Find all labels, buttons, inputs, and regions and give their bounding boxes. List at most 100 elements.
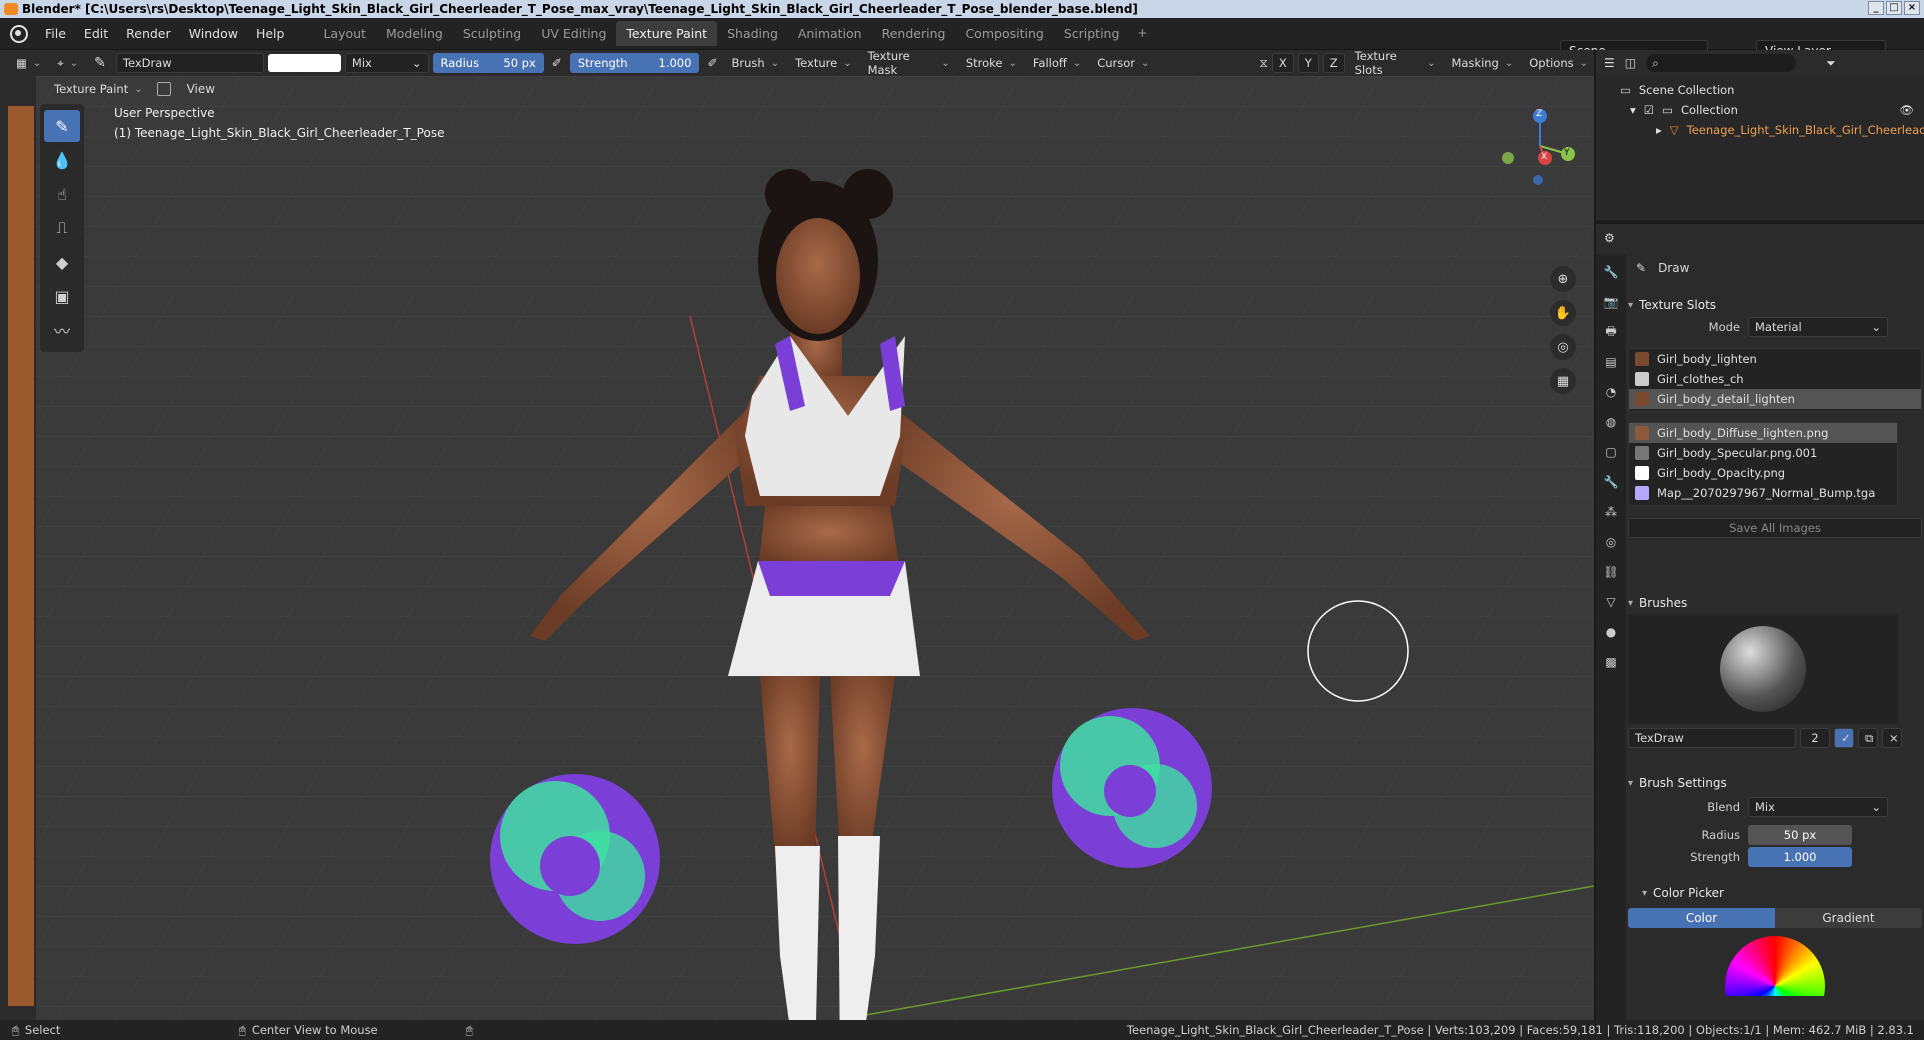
outliner-search-input[interactable]: ⌕ — [1646, 54, 1797, 72]
pressure-strength-icon[interactable]: ✐ — [703, 56, 721, 70]
scene-collection-row[interactable]: ▭ Scene Collection — [1596, 80, 1924, 100]
mask-tool-icon[interactable]: ▣ — [44, 280, 80, 312]
data-tab-icon[interactable]: ▽ — [1601, 592, 1621, 612]
editor-type-button[interactable]: ▦ — [10, 53, 47, 73]
color-tab[interactable]: Color — [1628, 908, 1775, 928]
radius-field[interactable]: 50 px — [1748, 825, 1852, 845]
filter-icon[interactable]: ⏷ — [1826, 56, 1836, 71]
texture-tab-icon[interactable]: ▩ — [1601, 652, 1621, 672]
list-item[interactable]: Map__2070297967_Normal_Bump.tga — [1629, 483, 1897, 503]
tab-modeling[interactable]: Modeling — [376, 21, 453, 46]
tab-shading[interactable]: Shading — [717, 21, 788, 46]
menu-options[interactable]: Options — [1523, 53, 1594, 73]
tab-uv-editing[interactable]: UV Editing — [531, 21, 616, 46]
menu-view[interactable]: View — [179, 82, 223, 96]
menu-stroke[interactable]: Stroke — [960, 53, 1023, 73]
blend-mode-dropdown[interactable]: Mix ⌄ — [344, 53, 429, 73]
axis-x-toggle[interactable]: X — [1271, 53, 1294, 73]
particles-tab-icon[interactable]: ⁂ — [1601, 502, 1621, 522]
annotate-tool-icon[interactable]: 〰 — [44, 314, 80, 346]
list-item[interactable]: Girl_body_detail_lighten — [1629, 389, 1921, 409]
menu-masking[interactable]: Masking — [1445, 53, 1519, 73]
list-item[interactable]: Girl_clothes_ch — [1629, 369, 1921, 389]
fake-user-shield-icon[interactable]: ✓ — [1834, 728, 1854, 748]
constraints-tab-icon[interactable]: ⛓ — [1601, 562, 1621, 582]
properties-editor-icon[interactable]: ⚙ — [1604, 231, 1615, 245]
navigation-gizmo[interactable]: Z Y X — [1500, 106, 1580, 186]
minimize-button[interactable]: _ — [1868, 1, 1884, 15]
smear-tool-icon[interactable]: ☝ — [44, 178, 80, 210]
3d-viewport[interactable]: User Perspective (1) Teenage_Light_Skin_… — [0, 76, 1594, 1020]
menu-file[interactable]: File — [36, 26, 75, 41]
checkbox-icon[interactable]: ☑ — [1644, 103, 1654, 117]
collapse-arrow-icon[interactable]: ▾ — [1630, 103, 1636, 117]
list-item[interactable]: Girl_body_Specular.png.001 — [1629, 443, 1897, 463]
scene-tab-icon[interactable]: ◔ — [1601, 382, 1621, 402]
duplicate-brush-icon[interactable]: ⧉ — [1858, 728, 1878, 748]
menu-falloff[interactable]: Falloff — [1027, 53, 1087, 73]
menu-window[interactable]: Window — [180, 26, 247, 41]
output-tab-icon[interactable]: 🖶 — [1601, 322, 1621, 342]
ortho-grid-icon[interactable]: ▦ — [1550, 368, 1576, 394]
menu-brush[interactable]: Brush — [726, 53, 786, 73]
blender-menu-icon[interactable] — [10, 24, 28, 43]
clone-tool-icon[interactable]: ⎍ — [44, 212, 80, 244]
outliner-editor-icon[interactable]: ☰ — [1604, 56, 1615, 70]
menu-texture[interactable]: Texture — [789, 53, 858, 73]
menu-texture-slots[interactable]: Texture Slots — [1349, 49, 1442, 77]
render-tab-icon[interactable]: 📷 — [1601, 292, 1621, 312]
strength-field[interactable]: 1.000 — [1748, 847, 1852, 867]
menu-cursor[interactable]: Cursor — [1091, 53, 1155, 73]
unlink-brush-icon[interactable]: × — [1882, 728, 1902, 748]
brush-preview[interactable] — [1628, 614, 1898, 724]
brush-name-field[interactable]: TexDraw — [115, 53, 264, 73]
maximize-button[interactable]: □ — [1886, 1, 1902, 15]
physics-tab-icon[interactable]: ◎ — [1601, 532, 1621, 552]
material-tab-icon[interactable]: ● — [1601, 622, 1621, 642]
soften-tool-icon[interactable]: 💧 — [44, 144, 80, 176]
object-tab-icon[interactable]: ▢ — [1601, 442, 1621, 462]
add-workspace-button[interactable]: + — [1129, 21, 1155, 46]
fill-tool-icon[interactable]: ◆ — [44, 246, 80, 278]
tab-scripting[interactable]: Scripting — [1054, 21, 1130, 46]
view-layer-tab-icon[interactable]: ▤ — [1601, 352, 1621, 372]
strength-slider[interactable]: Strength 1.000 — [569, 53, 700, 73]
object-row[interactable]: ▸ ▽ Teenage_Light_Skin_Black_Girl_Cheerl… — [1596, 120, 1924, 140]
tool-settings-button[interactable]: ⌖ — [51, 53, 84, 73]
tool-tab-icon[interactable]: 🔧 — [1601, 262, 1621, 282]
pressure-radius-icon[interactable]: ✐ — [548, 56, 566, 70]
brush-settings-header[interactable]: Brush Settings — [1628, 772, 1922, 794]
zoom-icon[interactable]: ⊕ — [1550, 266, 1576, 292]
save-all-images-button[interactable]: Save All Images — [1628, 518, 1922, 538]
collection-row[interactable]: ▾ ☑ ▭ Collection 👁 — [1596, 100, 1924, 120]
visibility-eye-icon[interactable]: 👁 — [1899, 103, 1914, 117]
tab-animation[interactable]: Animation — [788, 21, 872, 46]
brush-users-count[interactable]: 2 — [1800, 728, 1830, 748]
tab-layout[interactable]: Layout — [313, 21, 376, 46]
mode-dropdown[interactable]: Material ⌄ — [1748, 317, 1888, 337]
modifier-tab-icon[interactable]: 🔧 — [1601, 472, 1621, 492]
world-tab-icon[interactable]: ◍ — [1601, 412, 1621, 432]
tab-sculpting[interactable]: Sculpting — [453, 21, 531, 46]
tab-compositing[interactable]: Compositing — [955, 21, 1053, 46]
texture-slots-header[interactable]: Texture Slots — [1628, 294, 1922, 316]
menu-help[interactable]: Help — [247, 26, 294, 41]
axis-y-toggle[interactable]: Y — [1297, 53, 1319, 73]
mask-toggle-icon[interactable] — [156, 82, 171, 96]
brushes-header[interactable]: Brushes — [1628, 592, 1922, 614]
expand-arrow-icon[interactable]: ▸ — [1656, 123, 1662, 137]
list-item[interactable]: Girl_body_lighten — [1629, 349, 1921, 369]
gradient-tab[interactable]: Gradient — [1775, 908, 1922, 928]
brush-datablock-name[interactable]: TexDraw — [1628, 728, 1796, 748]
display-mode-icon[interactable]: ◫ — [1625, 56, 1636, 70]
menu-texture-mask[interactable]: Texture Mask — [862, 49, 956, 77]
color-picker-header[interactable]: Color Picker — [1628, 882, 1922, 904]
axis-z-toggle[interactable]: Z — [1322, 53, 1345, 73]
mode-selector[interactable]: Texture Paint — [48, 79, 149, 99]
menu-edit[interactable]: Edit — [75, 26, 117, 41]
close-button[interactable]: × — [1904, 1, 1920, 15]
color-wheel[interactable] — [1725, 936, 1825, 996]
tab-rendering[interactable]: Rendering — [872, 21, 956, 46]
camera-view-icon[interactable]: ◎ — [1550, 334, 1576, 360]
blend-dropdown[interactable]: Mix ⌄ — [1748, 797, 1888, 817]
